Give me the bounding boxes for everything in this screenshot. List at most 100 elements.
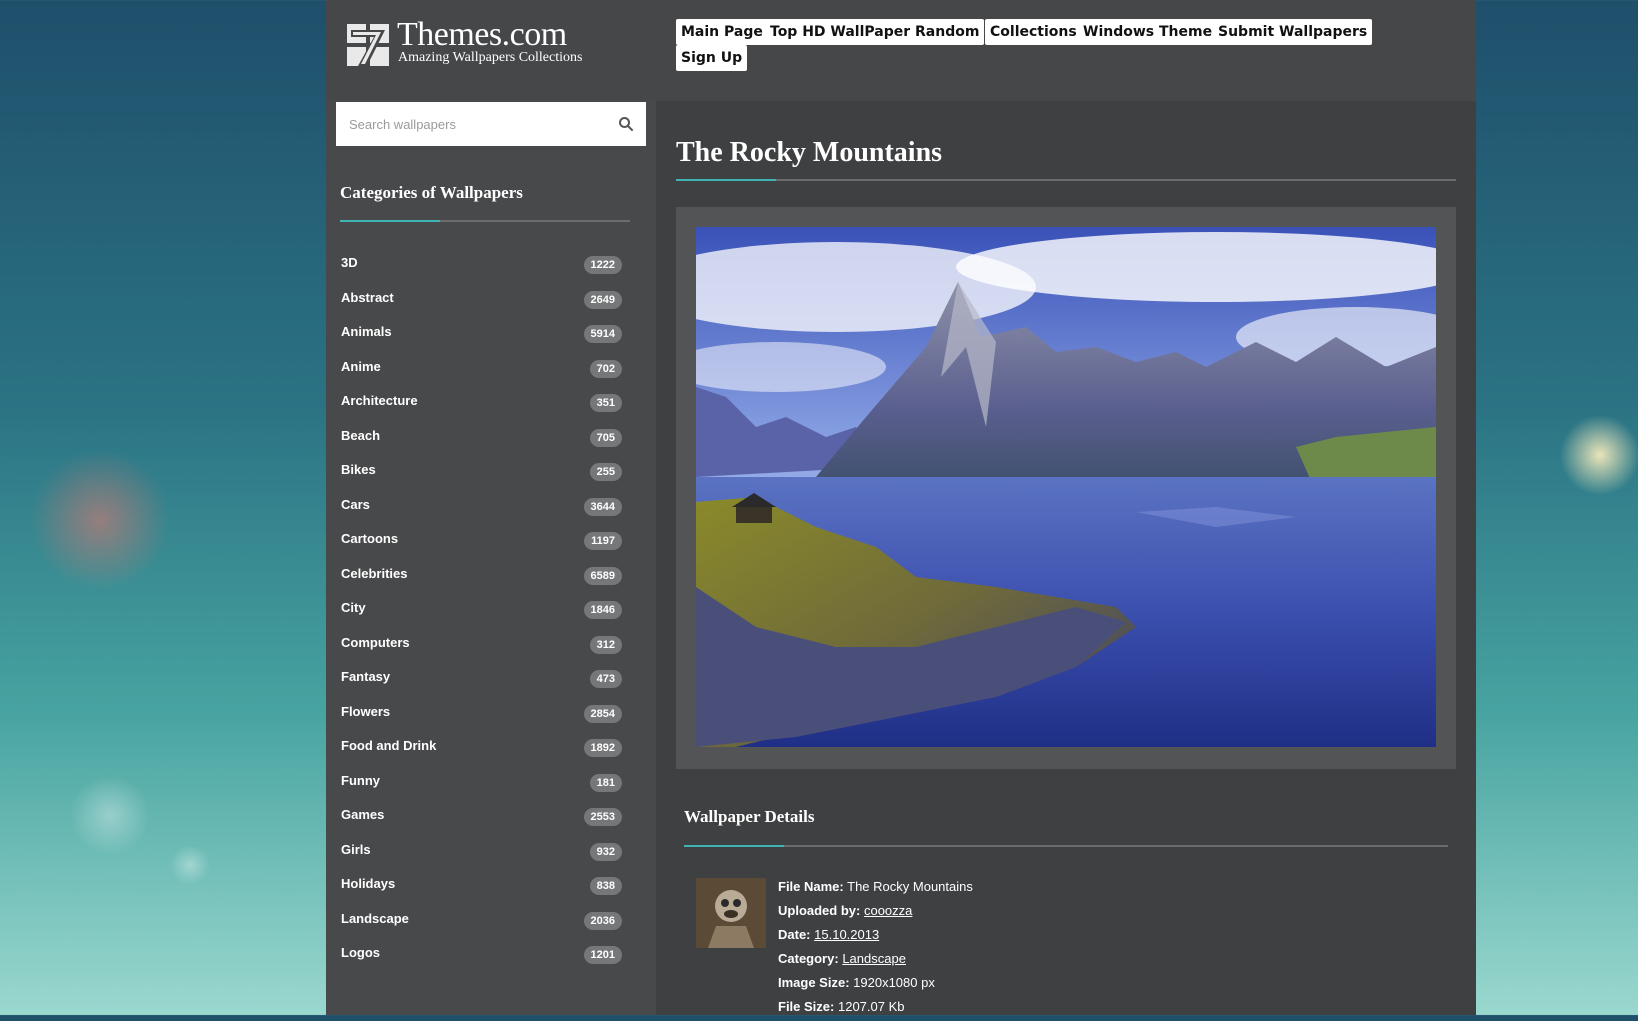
category-item[interactable]: Funny 181 <box>326 769 656 805</box>
category-link[interactable]: Cartoons <box>341 531 398 546</box>
category-count-badge: 838 <box>589 877 622 895</box>
date-link[interactable]: 15.10.2013 <box>814 927 879 942</box>
category-count-badge: 1222 <box>583 256 622 274</box>
category-count-badge: 1846 <box>583 601 622 619</box>
category-count-badge: 181 <box>589 773 622 792</box>
image-size-value: 1920x1080 px <box>853 975 935 990</box>
wallpaper-image[interactable] <box>696 227 1436 747</box>
category-item[interactable]: Girls 932 <box>326 838 656 874</box>
detail-uploaded-by: Uploaded by: cooozza <box>778 903 912 925</box>
page-title: The Rocky Mountains <box>676 137 943 168</box>
category-link[interactable]: 3D <box>341 255 358 270</box>
wallpaper-frame <box>676 207 1456 769</box>
detail-label: Uploaded by: <box>778 903 861 918</box>
category-item[interactable]: Abstract 2649 <box>326 286 656 322</box>
category-count-badge: 312 <box>589 635 622 654</box>
detail-label: Category: <box>778 951 839 966</box>
category-item[interactable]: Food and Drink 1892 <box>326 734 656 770</box>
category-link[interactable]: Bikes <box>341 462 376 477</box>
logo-subtitle: Amazing Wallpapers Collections <box>398 50 583 65</box>
search-box <box>336 102 646 146</box>
category-count-badge: 2036 <box>583 911 622 930</box>
category-item[interactable]: Fantasy 473 <box>326 665 656 701</box>
details-heading: Wallpaper Details <box>684 807 815 826</box>
category-item[interactable]: Anime 702 <box>326 355 656 391</box>
category-item[interactable]: Bikes 255 <box>326 458 656 494</box>
nav-sign-up[interactable]: Sign Up <box>676 45 748 71</box>
logo-title: Themes.com <box>397 16 567 53</box>
uploader-avatar[interactable] <box>696 878 766 948</box>
nav-submit-wallpapers[interactable]: Submit Wallpapers <box>1213 19 1373 45</box>
category-item[interactable]: Beach 705 <box>326 424 656 460</box>
detail-file-size: File Size: 1207.07 Kb <box>778 999 905 1021</box>
file-size-value: 1207.07 Kb <box>837 999 905 1014</box>
category-link[interactable]: Food and Drink <box>341 738 436 753</box>
category-item[interactable]: Games 2553 <box>326 803 656 839</box>
category-count-badge: 932 <box>589 842 622 861</box>
category-item[interactable]: City 1846 <box>326 596 656 632</box>
category-link[interactable]: Architecture <box>341 393 418 408</box>
uploader-link[interactable]: cooozza <box>864 903 912 918</box>
category-link[interactable]: Landscape <box>842 951 906 966</box>
category-count-badge: 702 <box>589 359 622 378</box>
category-item[interactable]: Landscape 2036 <box>326 907 656 943</box>
category-link[interactable]: Celebrities <box>341 566 407 581</box>
category-link[interactable]: Animals <box>341 324 392 339</box>
detail-label: File Size: <box>778 999 835 1014</box>
category-item[interactable]: Holidays 838 <box>326 872 656 908</box>
category-link[interactable]: Beach <box>341 428 380 443</box>
category-link[interactable]: Flowers <box>341 704 390 719</box>
title-divider <box>676 179 1456 181</box>
page-container: Themes.com Amazing Wallpapers Collection… <box>326 0 1476 1015</box>
category-link[interactable]: Landscape <box>341 911 409 926</box>
category-link[interactable]: Fantasy <box>341 669 390 684</box>
category-count-badge: 1201 <box>583 946 622 964</box>
divider-accent <box>340 220 440 222</box>
category-count-badge: 5914 <box>583 325 622 343</box>
sidebar: Categories of Wallpapers 3D 1222 Abstract 2… <box>326 101 656 1015</box>
categories-heading: Categories of Wallpapers <box>340 183 523 202</box>
category-count-badge: 473 <box>589 670 622 688</box>
category-item[interactable]: 3D 1222 <box>326 251 656 287</box>
detail-label: Image Size: <box>778 975 850 990</box>
category-item[interactable]: Architecture 351 <box>326 389 656 425</box>
category-item[interactable]: Celebrities 6589 <box>326 562 656 598</box>
nav-random[interactable]: Random <box>910 19 985 45</box>
category-link[interactable]: Holidays <box>341 876 395 891</box>
category-count-badge: 351 <box>589 394 622 412</box>
search-input[interactable] <box>336 102 609 146</box>
logo-mark-icon <box>347 24 389 66</box>
nav-windows-themes[interactable]: Windows Themes <box>1078 19 1226 45</box>
category-link[interactable]: Girls <box>341 842 371 857</box>
details-divider <box>684 845 1448 847</box>
detail-image-size: Image Size: 1920x1080 px <box>778 975 935 997</box>
site-header: Themes.com Amazing Wallpapers Collection… <box>326 0 1476 101</box>
category-link[interactable]: Cars <box>341 497 370 512</box>
category-item[interactable]: Cars 3644 <box>326 493 656 529</box>
category-link[interactable]: City <box>341 600 366 615</box>
category-link[interactable]: Computers <box>341 635 410 650</box>
nav-collections[interactable]: Collections <box>985 19 1082 45</box>
category-count-badge: 2553 <box>583 808 622 826</box>
categories-divider <box>340 220 630 222</box>
detail-category: Category: Landscape <box>778 951 906 973</box>
site-logo[interactable]: Themes.com Amazing Wallpapers Collection… <box>345 16 585 70</box>
category-link[interactable]: Games <box>341 807 384 822</box>
category-item[interactable]: Flowers 2854 <box>326 700 656 736</box>
category-item[interactable]: Logos 1201 <box>326 941 656 977</box>
category-item[interactable]: Animals 5914 <box>326 320 656 356</box>
category-link[interactable]: Anime <box>341 359 381 374</box>
search-icon[interactable] <box>618 116 634 132</box>
detail-file-name: File Name: The Rocky Mountains <box>778 879 973 901</box>
category-count-badge: 1197 <box>584 532 622 550</box>
category-link[interactable]: Funny <box>341 773 380 788</box>
category-count-badge: 2854 <box>583 704 622 723</box>
category-link[interactable]: Abstract <box>341 290 394 305</box>
category-item[interactable]: Computers 312 <box>326 631 656 667</box>
divider-accent <box>684 845 784 847</box>
category-link[interactable]: Logos <box>341 945 380 960</box>
detail-label: Date: <box>778 927 811 942</box>
nav-main-page[interactable]: Main Page <box>676 19 768 45</box>
nav-top-hd-wallpapers[interactable]: Top HD WallPapers <box>765 19 924 45</box>
category-item[interactable]: Cartoons 1197 <box>326 527 656 563</box>
